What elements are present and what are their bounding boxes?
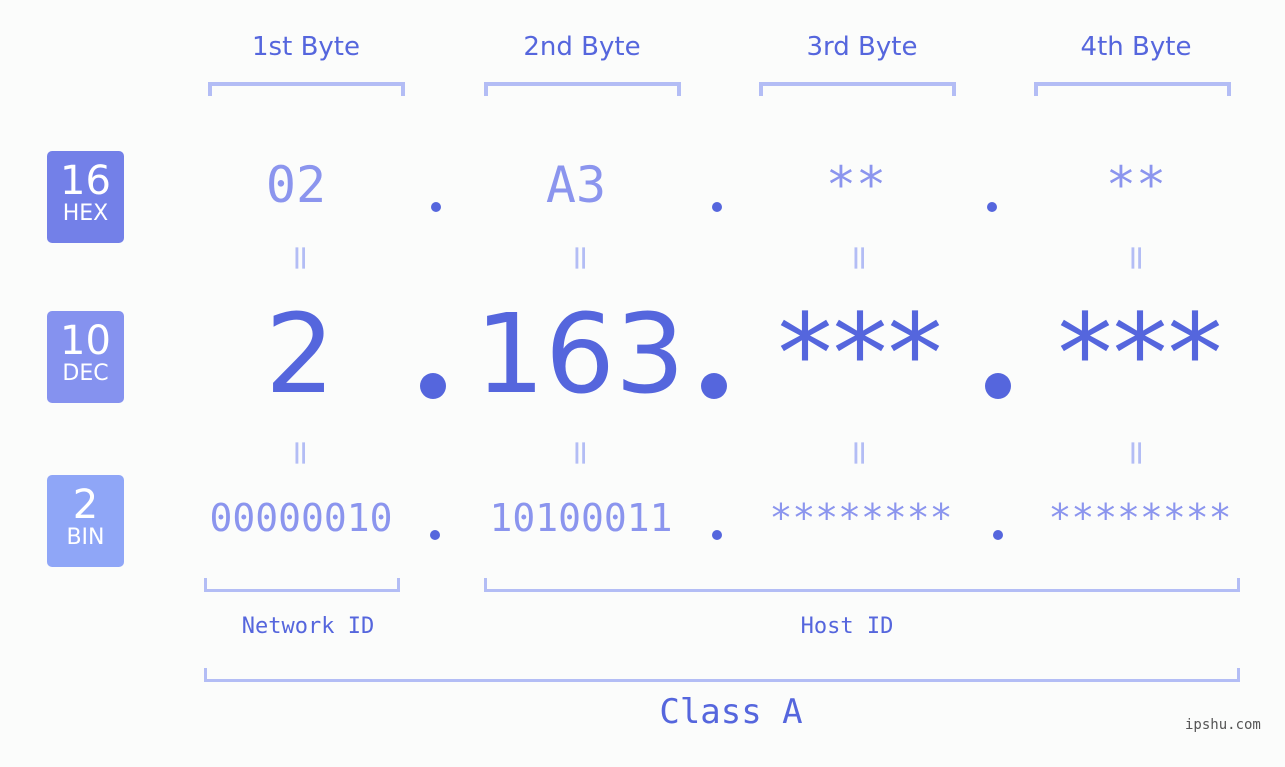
hex-base-label: HEX (62, 201, 109, 226)
dec-byte-3: *** (777, 290, 943, 418)
equals-sign: = (1116, 243, 1156, 273)
bin-byte-1: 00000010 (209, 496, 393, 540)
dec-separator-dot (985, 373, 1011, 399)
bin-badge: 2 BIN (47, 475, 124, 567)
class-label: Class A (659, 692, 803, 732)
hex-byte-4: ** (1105, 156, 1167, 214)
hex-base-number: 16 (60, 158, 111, 204)
bin-byte-2: 10100011 (489, 496, 673, 540)
equals-sign: = (1116, 438, 1156, 468)
equals-sign: = (280, 243, 320, 273)
hex-byte-2: A3 (545, 156, 607, 214)
watermark: ipshu.com (1185, 717, 1261, 733)
dec-separator-dot (420, 373, 446, 399)
hex-separator-dot (431, 202, 441, 212)
bin-separator-dot (993, 530, 1003, 540)
dec-byte-2: 163 (475, 290, 685, 418)
host-id-label: Host ID (800, 614, 894, 639)
dec-byte-1: 2 (265, 290, 335, 418)
dec-base-number: 10 (60, 318, 111, 364)
equals-sign: = (560, 438, 600, 468)
dec-badge: 10 DEC (47, 311, 124, 403)
bin-base-label: BIN (66, 525, 105, 550)
byte-3-bracket (759, 82, 956, 96)
byte-4-bracket (1034, 82, 1231, 96)
hex-separator-dot (987, 202, 997, 212)
hex-byte-1: 02 (265, 156, 327, 214)
network-id-bracket (204, 578, 400, 592)
bin-separator-dot (430, 530, 440, 540)
equals-sign: = (839, 438, 879, 468)
bin-separator-dot (712, 530, 722, 540)
byte-1-bracket (208, 82, 405, 96)
equals-sign: = (560, 243, 600, 273)
hex-separator-dot (712, 202, 722, 212)
byte-1-label: 1st Byte (252, 32, 360, 62)
bin-byte-4: ******** (1048, 496, 1232, 540)
byte-2-label: 2nd Byte (523, 32, 641, 62)
byte-3-label: 3rd Byte (806, 32, 918, 62)
bin-base-number: 2 (72, 482, 99, 528)
hex-byte-3: ** (825, 156, 887, 214)
host-id-bracket (484, 578, 1240, 592)
equals-sign: = (280, 438, 320, 468)
bin-byte-3: ******** (769, 496, 953, 540)
equals-sign: = (839, 243, 879, 273)
class-bracket (204, 668, 1240, 682)
dec-byte-4: *** (1057, 290, 1223, 418)
byte-4-label: 4th Byte (1080, 32, 1192, 62)
network-id-label: Network ID (241, 614, 375, 639)
hex-badge: 16 HEX (47, 151, 124, 243)
dec-separator-dot (701, 373, 727, 399)
dec-base-label: DEC (62, 361, 109, 386)
byte-2-bracket (484, 82, 681, 96)
